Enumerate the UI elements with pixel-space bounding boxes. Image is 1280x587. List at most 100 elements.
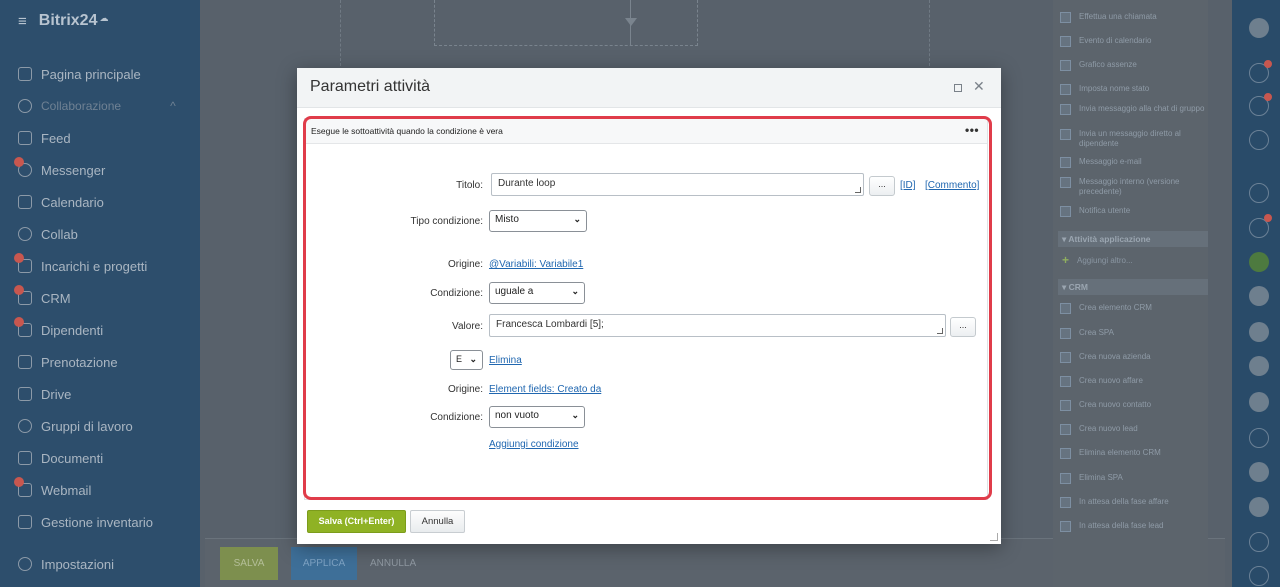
- sidebar-item-messenger[interactable]: Messenger: [14, 157, 105, 181]
- webmail-icon: [14, 477, 32, 497]
- activity-item[interactable]: Elimina SPA: [1060, 473, 1205, 484]
- sidebar-logo[interactable]: ≡ Bitrix24 ☁: [18, 12, 108, 30]
- activity-item[interactable]: Invia un messaggio diretto al dipendente: [1060, 129, 1205, 149]
- message-icon: [1060, 129, 1071, 140]
- section-crm[interactable]: ▾ CRM: [1058, 279, 1208, 295]
- title-input[interactable]: Durante loop: [491, 173, 864, 196]
- chat-avatar[interactable]: [1249, 428, 1269, 448]
- activity-item[interactable]: Messaggio e-mail: [1060, 157, 1205, 168]
- notification-badge: [14, 253, 24, 263]
- copilot-icon[interactable]: [1249, 130, 1269, 150]
- sidebar-item-workgroups[interactable]: Gruppi di lavoro: [18, 415, 133, 437]
- sidebar-item-collaboration[interactable]: Collaborazione ^: [18, 95, 176, 117]
- notification-badge: [1264, 60, 1272, 68]
- activity-item[interactable]: Effettua una chiamata: [1060, 12, 1205, 23]
- title-picker-button[interactable]: ...: [869, 176, 895, 196]
- activity-item[interactable]: Crea nuovo contatto: [1060, 400, 1205, 411]
- resize-grip-icon[interactable]: [990, 533, 998, 541]
- condition-operator-select[interactable]: uguale a ⌄: [489, 282, 585, 304]
- activity-item[interactable]: Crea SPA: [1060, 328, 1205, 339]
- activity-item[interactable]: Crea nuovo affare: [1060, 376, 1205, 387]
- background-cancel-button[interactable]: ANNULLA: [370, 547, 430, 580]
- title-label: Titolo:: [456, 180, 483, 191]
- feed-icon: [18, 131, 32, 145]
- chat-avatar[interactable]: [1249, 497, 1269, 517]
- more-options-icon[interactable]: •••: [965, 123, 979, 137]
- activity-item[interactable]: Grafico assenze: [1060, 60, 1205, 71]
- sidebar-item-drive[interactable]: Drive: [18, 383, 71, 405]
- background-apply-button[interactable]: APPLICA: [291, 547, 357, 580]
- gear-icon: [18, 557, 32, 571]
- sidebar-item-collab[interactable]: Collab: [18, 223, 78, 245]
- origin-variable-link[interactable]: @Variabili: Variabile1: [489, 259, 583, 270]
- value-input[interactable]: Francesca Lombardi [5];: [489, 314, 946, 337]
- calendar-icon: [1060, 36, 1071, 47]
- activity-description: Esegue le sottoattività quando la condiz…: [311, 126, 503, 136]
- section-app-activities[interactable]: ▾ Attività applicazione: [1058, 231, 1208, 247]
- home-icon: [18, 67, 32, 81]
- activity-item[interactable]: Crea elemento CRM: [1060, 303, 1205, 314]
- add-more-link[interactable]: + Aggiungi altro...: [1062, 254, 1133, 266]
- condition-operator-select[interactable]: non vuoto ⌄: [489, 406, 585, 428]
- origin-field-link[interactable]: Element fields: Creato da: [489, 384, 601, 395]
- origin-label: Origine:: [447, 384, 483, 395]
- background-save-button[interactable]: SALVA: [220, 547, 278, 580]
- activity-item[interactable]: In attesa della fase lead: [1060, 521, 1205, 532]
- open-lines-icon[interactable]: [1249, 183, 1269, 203]
- cancel-button[interactable]: Annulla: [410, 510, 465, 533]
- chat-avatar[interactable]: [1249, 286, 1269, 306]
- sidebar-item-employees[interactable]: Dipendenti: [14, 317, 103, 341]
- chat-avatar[interactable]: [1249, 392, 1269, 412]
- chat-avatar[interactable]: [1249, 252, 1269, 272]
- activity-item[interactable]: Elimina elemento CRM: [1060, 448, 1205, 459]
- workgroups-icon: [18, 419, 32, 433]
- save-button[interactable]: Salva (Ctrl+Enter): [307, 510, 406, 533]
- activity-item[interactable]: Notifica utente: [1060, 206, 1205, 217]
- user-avatar[interactable]: [1249, 18, 1269, 38]
- delete-icon: [1060, 448, 1071, 459]
- chat-avatar[interactable]: [1249, 322, 1269, 342]
- employees-icon: [14, 317, 32, 337]
- activity-item[interactable]: Crea nuova azienda: [1060, 352, 1205, 363]
- activity-item[interactable]: In attesa della fase affare: [1060, 497, 1205, 508]
- phone-icon: [1060, 12, 1071, 23]
- chat-avatar[interactable]: [1249, 532, 1269, 552]
- activity-item[interactable]: Invia messaggio alla chat di gruppo: [1060, 104, 1205, 115]
- chat-avatar[interactable]: [1249, 462, 1269, 482]
- resize-handle-icon[interactable]: [855, 187, 861, 193]
- close-icon[interactable]: ✕: [973, 78, 985, 95]
- sidebar-item-crm[interactable]: CRM: [14, 285, 71, 309]
- chat-icon: [1060, 104, 1071, 115]
- logic-operator-select[interactable]: E ⌄: [450, 350, 483, 370]
- deal-icon: [1060, 376, 1071, 387]
- comment-link[interactable]: [Commento]: [925, 180, 979, 191]
- messenger-icon: [14, 157, 32, 177]
- value-input-value: Francesca Lombardi [5];: [496, 319, 604, 330]
- delete-condition-link[interactable]: Elimina: [489, 355, 522, 366]
- activity-item[interactable]: Evento di calendario: [1060, 36, 1205, 47]
- add-condition-link[interactable]: Aggiungi condizione: [489, 439, 579, 450]
- arrow-down-icon: [625, 18, 637, 26]
- sidebar-item-calendar[interactable]: Calendario: [18, 191, 104, 213]
- value-picker-button[interactable]: ...: [950, 317, 976, 337]
- chevron-down-icon: ⌄: [573, 214, 581, 224]
- sidebar-item-home[interactable]: Pagina principale: [18, 63, 141, 85]
- sidebar-item-inventory[interactable]: Gestione inventario: [18, 511, 153, 533]
- menu-icon[interactable]: ≡: [18, 13, 27, 30]
- search-icon[interactable]: [1249, 566, 1269, 586]
- sidebar-item-settings[interactable]: Impostazioni: [18, 553, 114, 575]
- activity-item[interactable]: Imposta nome stato: [1060, 84, 1205, 95]
- sidebar-item-tasks[interactable]: Incarichi e progetti: [14, 253, 147, 277]
- calendar-icon: [18, 195, 32, 209]
- id-link[interactable]: [ID]: [900, 180, 916, 191]
- sidebar-item-webmail[interactable]: Webmail: [14, 477, 91, 501]
- activity-item[interactable]: Messaggio interno (versione precedente): [1060, 177, 1205, 197]
- resize-handle-icon[interactable]: [937, 328, 943, 334]
- sidebar-item-feed[interactable]: Feed: [18, 127, 71, 149]
- activity-item[interactable]: Crea nuovo lead: [1060, 424, 1205, 435]
- condition-type-select[interactable]: Misto ⌄: [489, 210, 587, 232]
- sidebar-item-booking[interactable]: Prenotazione: [18, 351, 118, 373]
- chat-avatar[interactable]: [1249, 356, 1269, 376]
- maximize-icon[interactable]: [954, 84, 962, 92]
- sidebar-item-documents[interactable]: Documenti: [18, 447, 103, 469]
